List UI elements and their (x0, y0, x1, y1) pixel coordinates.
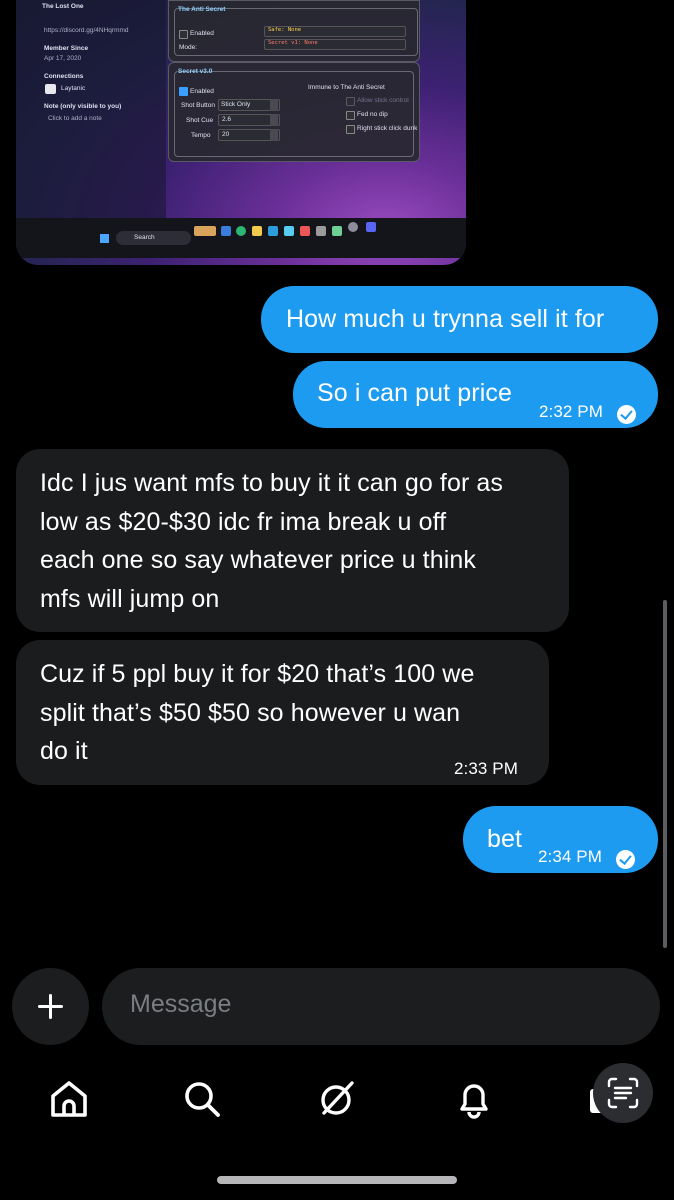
app-icon[interactable] (221, 226, 231, 236)
message-input-placeholder: Message (130, 990, 232, 1018)
secret-v1-value: Secret v1: None (268, 40, 318, 46)
message-line: split that’s $50 $50 so however u wan (40, 698, 461, 727)
message-text: So i can put price (317, 379, 512, 407)
message-line: Cuz if 5 ppl buy it for $20 that’s 100 w… (40, 660, 475, 688)
grok-icon[interactable] (313, 1075, 361, 1123)
scrollbar[interactable] (663, 600, 667, 948)
bell-icon[interactable] (450, 1075, 498, 1123)
message-incoming[interactable]: Idc I jus want mfs to buy it it can go f… (16, 449, 569, 632)
anti-secret-mode: Mode: (179, 44, 198, 51)
message-line: mfs will jump on (40, 584, 220, 613)
shot-button-value: Stick Only (221, 101, 251, 108)
message-timestamp: 2:32 PM (539, 402, 604, 421)
anti-secret-enabled: Enabled (190, 30, 214, 37)
app-icon[interactable] (284, 226, 294, 236)
scan-text-button[interactable] (592, 1062, 654, 1124)
taskbar (16, 218, 466, 258)
folder-icon[interactable] (252, 226, 262, 236)
profile-name: The Lost One (42, 3, 84, 10)
app-icon[interactable] (316, 226, 326, 236)
fed-no-dip-label: Fed no dip (357, 111, 388, 118)
connection-icon (45, 84, 56, 94)
message-line: each one so say whatever price u think (40, 546, 476, 574)
anti-secret-title: The Anti Secret (178, 6, 226, 13)
profile-link: https://discord.gg/4NHqrmmd (44, 27, 129, 34)
app-icon[interactable] (194, 226, 216, 236)
message-outgoing[interactable]: bet 2:34 PM (463, 806, 658, 873)
tempo-label: Tempo (191, 132, 211, 139)
shot-cue-label: Shot Cue (186, 117, 214, 124)
note-placeholder: Click to add a note (48, 115, 102, 122)
message-outgoing[interactable]: How much u trynna sell it for (261, 286, 658, 353)
chevron-down-icon[interactable] (270, 99, 278, 111)
allow-stick-checkbox[interactable] (346, 97, 355, 106)
stepper-icon[interactable] (270, 114, 278, 126)
message-text: Idc I jus want mfs to buy it it can go f… (40, 464, 503, 618)
shot-cue-value: 2.6 (222, 116, 232, 123)
message-line: Idc I jus want mfs to buy it it can go f… (40, 469, 504, 497)
message-timestamp: 2:33 PM (454, 759, 519, 778)
immune-label: Immune to The Anti Secret (308, 84, 385, 91)
edge-icon[interactable] (236, 226, 246, 236)
connections-label: Connections (44, 73, 84, 80)
note-label: Note (only visible to you) (44, 103, 122, 110)
member-since-value: Apr 17, 2020 (44, 55, 82, 62)
secret-v3-title: Secret v3.0 (178, 68, 213, 75)
safe-value: Safe: None (268, 27, 302, 33)
image-attachment[interactable]: The Lost One https://discord.gg/4NHqrmmd… (16, 0, 466, 265)
fed-no-dip-checkbox[interactable] (346, 111, 355, 120)
discord-icon[interactable] (366, 222, 376, 232)
app-icon[interactable] (332, 226, 342, 236)
home-icon[interactable] (45, 1075, 93, 1123)
windows-icon[interactable] (100, 234, 109, 243)
message-text: Cuz if 5 ppl buy it for $20 that’s 100 w… (40, 655, 474, 771)
message-line: low as $20-$30 idc fr ima break u off (40, 507, 447, 536)
connection-name: Laytanic (61, 85, 86, 92)
secret-v3-checkbox[interactable] (179, 87, 188, 96)
allow-stick-label: Allow stick control (357, 97, 409, 104)
secret-v3-enabled: Enabled (190, 88, 214, 95)
settings-icon[interactable] (348, 222, 358, 232)
anti-secret-checkbox[interactable] (179, 30, 188, 39)
rs-dunk-label: Right stick click dunk (357, 125, 418, 132)
rs-dunk-checkbox[interactable] (346, 125, 355, 134)
stepper-icon[interactable] (270, 129, 278, 141)
read-check-icon (616, 850, 635, 869)
app-icon[interactable] (300, 226, 310, 236)
tempo-value: 20 (222, 131, 230, 138)
member-since-label: Member Since (44, 45, 89, 52)
message-line: do it (40, 737, 88, 765)
home-indicator (217, 1176, 457, 1184)
message-timestamp: 2:34 PM (538, 847, 603, 866)
shot-button-label: Shot Button (181, 102, 215, 109)
add-media-button[interactable] (12, 968, 89, 1045)
read-check-icon (617, 405, 636, 424)
message-incoming[interactable]: Cuz if 5 ppl buy it for $20 that’s 100 w… (16, 640, 549, 785)
message-text: How much u trynna sell it for (286, 305, 605, 333)
search-icon[interactable] (178, 1075, 226, 1123)
message-text: bet (487, 825, 523, 853)
store-icon[interactable] (268, 226, 278, 236)
taskbar-search-label: Search (134, 234, 155, 241)
message-outgoing[interactable]: So i can put price 2:32 PM (293, 361, 658, 428)
